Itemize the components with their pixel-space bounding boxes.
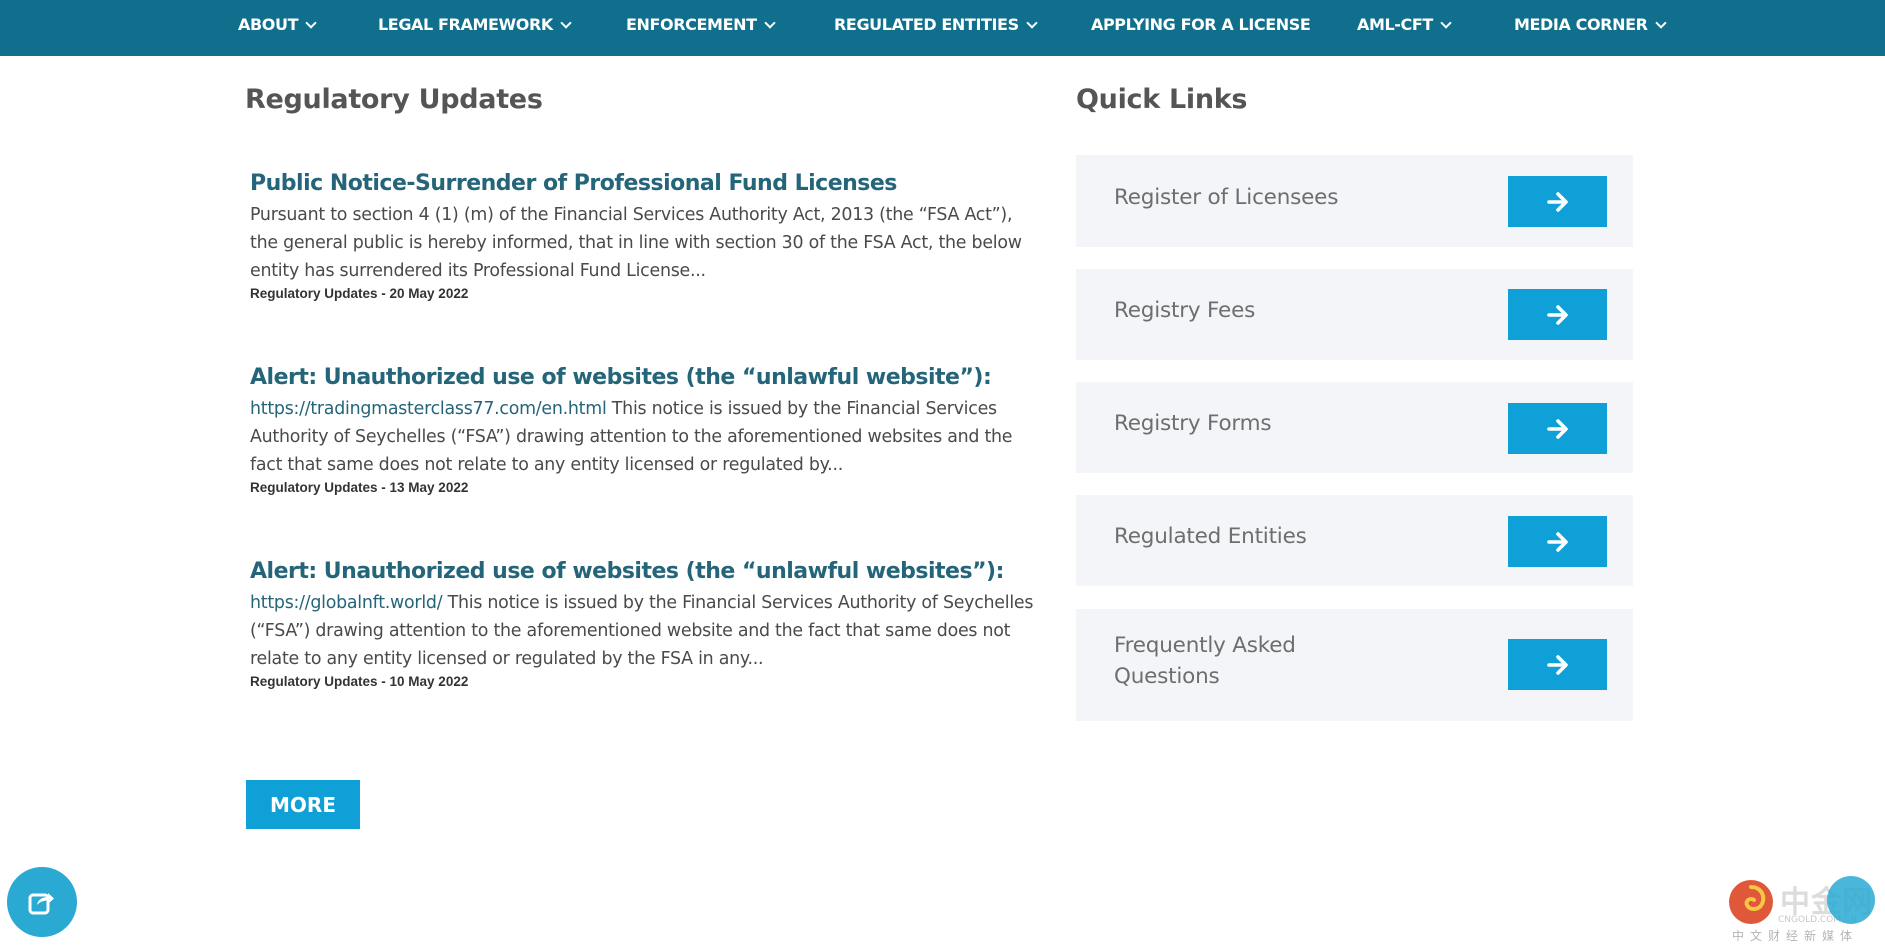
nav-item-label: LEGAL FRAMEWORK: [378, 15, 553, 34]
update-item: Alert: Unauthorized use of websites (the…: [250, 558, 1040, 691]
nav-item-applying-for-a-license[interactable]: APPLYING FOR A LICENSE: [1091, 0, 1311, 50]
arrow-right-icon: [1547, 192, 1568, 212]
watermark-logo-icon: [1729, 880, 1773, 924]
chevron-down-icon: [763, 17, 776, 29]
more-button[interactable]: MORE: [246, 780, 360, 829]
update-url-link[interactable]: https://tradingmasterclass77.com/en.html: [250, 399, 607, 419]
quick-link-label: Frequently Asked Questions: [1114, 633, 1296, 689]
nav-item-regulated-entities[interactable]: REGULATED ENTITIES: [834, 0, 1038, 50]
update-title-link[interactable]: Alert: Unauthorized use of websites (the…: [250, 558, 1040, 586]
update-excerpt: https://tradingmasterclass77.com/en.html…: [250, 395, 1040, 479]
nav-item-label: APPLYING FOR A LICENSE: [1091, 15, 1311, 34]
quick-link-label: Regulated Entities: [1114, 524, 1307, 549]
quick-link-register-of-licensees[interactable]: Register of Licensees: [1076, 155, 1633, 247]
update-category: Regulatory Updates: [250, 286, 378, 301]
arrow-right-icon: [1547, 532, 1568, 552]
nav-item-about[interactable]: ABOUT: [238, 0, 317, 50]
updates-section-title: Regulatory Updates: [245, 84, 543, 115]
update-title-link[interactable]: Alert: Unauthorized use of websites (the…: [250, 364, 1040, 392]
update-category: Regulatory Updates: [250, 674, 378, 689]
nav-item-legal-framework[interactable]: LEGAL FRAMEWORK: [378, 0, 572, 50]
nav-items: ABOUT LEGAL FRAMEWORK ENFORCEMENT REGULA…: [0, 0, 1885, 50]
arrow-right-icon: [1547, 655, 1568, 675]
nav-item-label: REGULATED ENTITIES: [834, 15, 1019, 34]
quick-link-regulated-entities[interactable]: Regulated Entities: [1076, 495, 1633, 586]
chevron-down-icon: [1440, 17, 1452, 29]
update-meta: Regulatory Updates - 20 May 2022: [250, 285, 1040, 303]
nav-item-media-corner[interactable]: MEDIA CORNER: [1514, 0, 1667, 50]
quick-link-arrow-button[interactable]: [1508, 403, 1607, 454]
update-meta: Regulatory Updates - 13 May 2022: [250, 479, 1040, 497]
arrow-right-icon: [1547, 305, 1568, 325]
scroll-top-button[interactable]: [1827, 876, 1875, 924]
meta-separator: -: [377, 674, 390, 689]
update-date: 10 May 2022: [389, 674, 469, 689]
update-url-link[interactable]: https://globalnft.world/: [250, 593, 443, 613]
update-excerpt-text: Pursuant to section 4 (1) (m) of the Fin…: [250, 205, 1022, 281]
share-icon: [28, 893, 54, 915]
meta-separator: -: [377, 286, 390, 301]
update-title-link[interactable]: Public Notice-Surrender of Professional …: [250, 170, 1040, 198]
quick-link-arrow-button[interactable]: [1508, 639, 1607, 690]
update-item: Alert: Unauthorized use of websites (the…: [250, 364, 1040, 497]
arrow-right-icon: [1547, 419, 1568, 439]
nav-item-label: ENFORCEMENT: [626, 15, 757, 34]
nav-item-enforcement[interactable]: ENFORCEMENT: [626, 0, 776, 50]
quick-link-arrow-button[interactable]: [1508, 289, 1607, 340]
update-excerpt: https://globalnft.world/ This notice is …: [250, 589, 1040, 673]
update-category: Regulatory Updates: [250, 480, 378, 495]
quick-links-title: Quick Links: [1076, 84, 1248, 115]
update-excerpt: Pursuant to section 4 (1) (m) of the Fin…: [250, 201, 1040, 285]
top-navigation: ABOUT LEGAL FRAMEWORK ENFORCEMENT REGULA…: [0, 0, 1885, 56]
quick-link-label: Register of Licensees: [1114, 185, 1339, 210]
chevron-down-icon: [1026, 17, 1038, 29]
nav-item-label: AML-CFT: [1357, 15, 1433, 34]
chevron-down-icon: [560, 17, 572, 29]
quick-link-label: Registry Forms: [1114, 411, 1272, 436]
nav-item-label: ABOUT: [238, 15, 299, 34]
nav-item-aml-cft[interactable]: AML-CFT: [1357, 0, 1452, 50]
quick-link-arrow-button[interactable]: [1508, 176, 1607, 227]
nav-item-label: MEDIA CORNER: [1514, 15, 1648, 34]
quick-link-frequently-asked-questions[interactable]: Frequently Asked Questions: [1076, 609, 1633, 721]
quick-link-registry-forms[interactable]: Registry Forms: [1076, 382, 1633, 473]
chevron-down-icon: [1654, 17, 1667, 29]
update-date: 20 May 2022: [389, 286, 469, 301]
quick-link-arrow-button[interactable]: [1508, 516, 1607, 567]
chevron-down-icon: [305, 17, 317, 29]
quick-link-label: Registry Fees: [1114, 298, 1256, 323]
share-button[interactable]: [7, 867, 77, 937]
update-item: Public Notice-Surrender of Professional …: [250, 170, 1040, 303]
watermark-tagline: 中文财经新媒体: [1732, 929, 1859, 943]
quick-link-registry-fees[interactable]: Registry Fees: [1076, 269, 1633, 360]
meta-separator: -: [377, 480, 390, 495]
update-date: 13 May 2022: [389, 480, 469, 495]
update-meta: Regulatory Updates - 10 May 2022: [250, 673, 1040, 691]
